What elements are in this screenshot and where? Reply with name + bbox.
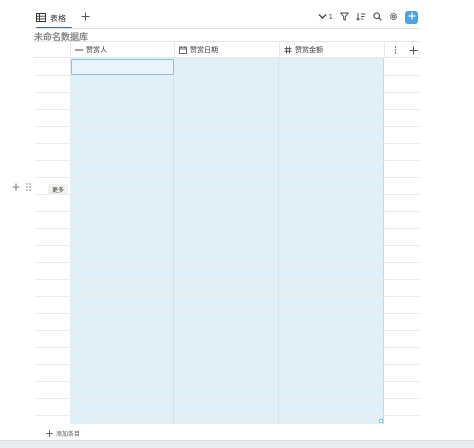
add-row-label: 添加条目 bbox=[56, 431, 81, 438]
table-row bbox=[34, 160, 420, 161]
table-row bbox=[34, 177, 420, 178]
more-button[interactable]: 更多 bbox=[48, 184, 68, 195]
table-row bbox=[34, 143, 420, 144]
column-header-label: 赞赏人 bbox=[86, 46, 107, 54]
tab-label: 表格 bbox=[50, 13, 66, 23]
table-row bbox=[34, 347, 420, 348]
sort-list-button[interactable] bbox=[356, 12, 366, 23]
drag-handle-icon[interactable] bbox=[26, 183, 31, 191]
add-column-icon[interactable] bbox=[409, 46, 418, 55]
table-row bbox=[34, 381, 420, 382]
table-row bbox=[34, 415, 420, 416]
filter-button[interactable] bbox=[339, 12, 350, 23]
add-record-button[interactable] bbox=[405, 10, 418, 24]
text-icon bbox=[75, 47, 83, 53]
column-header-label: 赞赏日期 bbox=[190, 46, 218, 54]
table-row bbox=[34, 126, 420, 127]
column-header-date[interactable]: 赞赏日期 bbox=[174, 42, 279, 58]
search-button[interactable] bbox=[373, 11, 382, 23]
table-row bbox=[34, 228, 420, 229]
add-view-button[interactable] bbox=[78, 10, 92, 24]
table-row bbox=[34, 262, 420, 263]
table-row bbox=[34, 75, 420, 76]
table-row bbox=[34, 330, 420, 331]
table-row bbox=[34, 194, 420, 195]
number-icon bbox=[284, 46, 292, 54]
table-header: 赞赏人 赞赏日期 赞赏金额 bbox=[34, 41, 420, 58]
search-icon bbox=[373, 11, 382, 23]
table-row bbox=[34, 109, 420, 110]
database-table: 赞赏人 赞赏日期 赞赏金额 bbox=[34, 41, 420, 427]
filter-icon bbox=[339, 12, 350, 23]
column-options bbox=[384, 42, 420, 58]
table-row bbox=[34, 364, 420, 365]
row-controls bbox=[12, 183, 31, 191]
column-header-label: 赞赏金额 bbox=[295, 46, 323, 54]
column-header-amount[interactable]: 赞赏金额 bbox=[279, 42, 384, 58]
table-rows bbox=[34, 58, 420, 424]
calendar-icon bbox=[179, 46, 187, 54]
add-row-plus-icon[interactable] bbox=[12, 183, 20, 191]
sort-icon bbox=[356, 12, 366, 23]
selection-resize-handle[interactable] bbox=[379, 419, 383, 423]
gear-icon bbox=[389, 12, 398, 23]
table-icon bbox=[36, 12, 46, 24]
horizontal-scrollbar[interactable] bbox=[0, 440, 474, 448]
toolbar-actions: 1 bbox=[318, 9, 418, 25]
add-row-button[interactable]: 添加条目 bbox=[46, 429, 80, 438]
table-row bbox=[34, 211, 420, 212]
column-divider bbox=[173, 58, 174, 424]
table-row bbox=[34, 398, 420, 399]
plus-icon bbox=[46, 430, 53, 437]
sort-count: 1 bbox=[328, 13, 333, 21]
column-divider bbox=[278, 58, 279, 424]
tab-table[interactable]: 表格 bbox=[36, 10, 66, 26]
view-toolbar: 表格 1 bbox=[34, 8, 420, 29]
column-header-sponsor[interactable]: 赞赏人 bbox=[70, 42, 174, 58]
sort-button[interactable]: 1 bbox=[318, 13, 333, 22]
plus-icon bbox=[408, 12, 416, 22]
table-row bbox=[34, 313, 420, 314]
chevron-down-icon bbox=[318, 13, 327, 22]
table-row bbox=[34, 92, 420, 93]
more-vertical-icon[interactable] bbox=[394, 46, 397, 54]
table-row bbox=[34, 296, 420, 297]
toolbar-divider bbox=[34, 28, 420, 29]
table-row bbox=[34, 245, 420, 246]
settings-button[interactable] bbox=[389, 12, 398, 23]
plus-icon bbox=[81, 10, 90, 24]
table-row bbox=[34, 279, 420, 280]
active-cell[interactable] bbox=[71, 59, 174, 75]
